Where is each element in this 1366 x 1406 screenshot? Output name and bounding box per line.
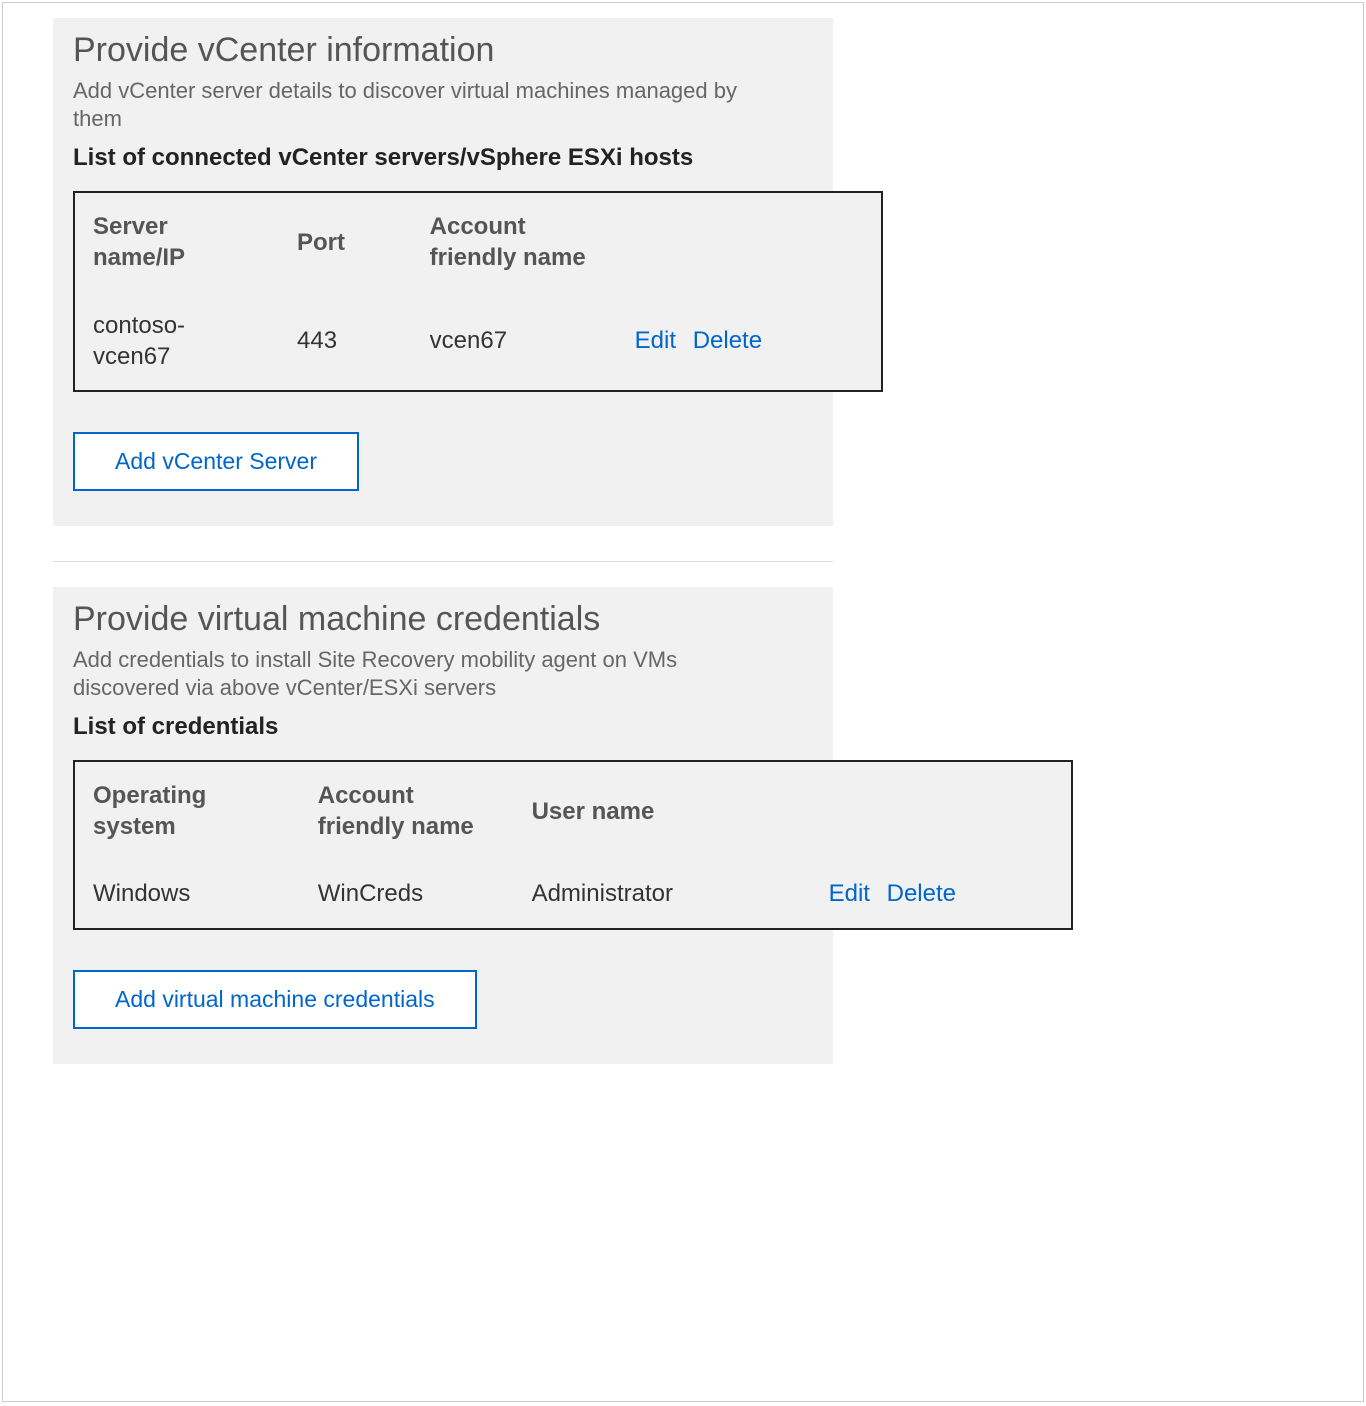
edit-link[interactable]: Edit: [829, 880, 870, 907]
delete-link[interactable]: Delete: [693, 327, 762, 354]
vcenter-description: Add vCenter server details to discover v…: [73, 77, 773, 134]
cell-server-name: contoso-vcen67: [74, 292, 279, 391]
col-os: Operating system: [74, 761, 300, 860]
vcenter-title: Provide vCenter information: [73, 30, 813, 71]
cell-actions: Edit Delete: [811, 860, 1072, 928]
edit-link[interactable]: Edit: [635, 327, 676, 354]
vcenter-list-label: List of connected vCenter servers/vSpher…: [73, 142, 773, 173]
col-account-name: Account friendly name: [412, 192, 617, 291]
col-actions: [811, 761, 1072, 860]
delete-link[interactable]: Delete: [887, 880, 956, 907]
table-row: Windows WinCreds Administrator Edit Dele…: [74, 860, 1072, 928]
credentials-panel: Provide virtual machine credentials Add …: [53, 587, 833, 1064]
table-row: contoso-vcen67 443 vcen67 Edit Delete: [74, 292, 882, 391]
col-user-name: User name: [514, 761, 811, 860]
col-port: Port: [279, 192, 412, 291]
vcenter-table: Server name/IP Port Account friendly nam…: [73, 191, 883, 392]
cell-port: 443: [279, 292, 412, 391]
col-actions: [617, 192, 882, 291]
vcenter-panel: Provide vCenter information Add vCenter …: [53, 18, 833, 526]
cell-os: Windows: [74, 860, 300, 928]
credentials-title: Provide virtual machine credentials: [73, 599, 813, 640]
cell-actions: Edit Delete: [617, 292, 882, 391]
table-header-row: Server name/IP Port Account friendly nam…: [74, 192, 882, 291]
cell-account-name: WinCreds: [300, 860, 514, 928]
table-header-row: Operating system Account friendly name U…: [74, 761, 1072, 860]
col-account-name: Account friendly name: [300, 761, 514, 860]
credentials-description: Add credentials to install Site Recovery…: [73, 646, 773, 703]
cell-account-name: vcen67: [412, 292, 617, 391]
section-divider: [53, 561, 833, 562]
add-vcenter-button[interactable]: Add vCenter Server: [73, 432, 359, 491]
credentials-list-label: List of credentials: [73, 711, 773, 742]
credentials-table: Operating system Account friendly name U…: [73, 760, 1073, 930]
cell-user-name: Administrator: [514, 860, 811, 928]
col-server-name: Server name/IP: [74, 192, 279, 291]
add-credentials-button[interactable]: Add virtual machine credentials: [73, 970, 477, 1029]
page-container: Provide vCenter information Add vCenter …: [2, 2, 1364, 1402]
